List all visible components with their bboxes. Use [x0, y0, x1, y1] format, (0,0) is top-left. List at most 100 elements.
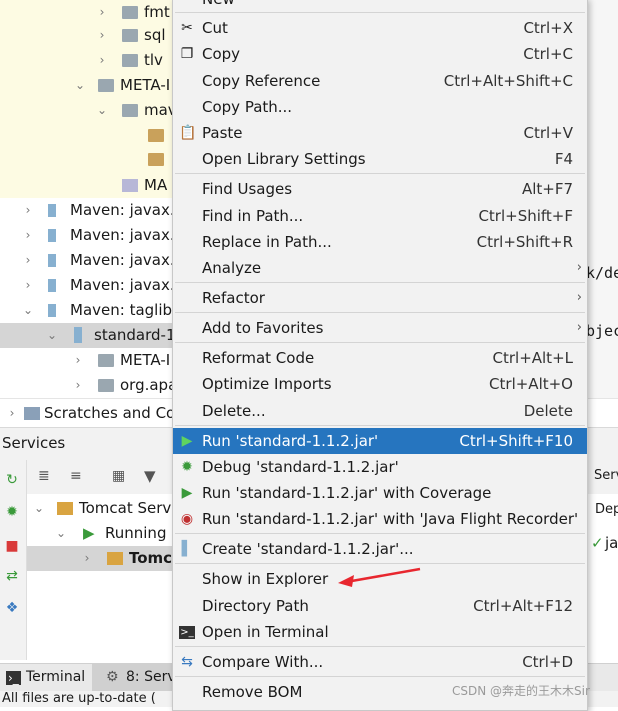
- chevron-down-icon[interactable]: ⌄: [31, 496, 47, 521]
- folder-icon: [98, 354, 114, 367]
- menu-item-run-with-flight-recorder[interactable]: ◉ Run 'standard-1.1.2.jar' with 'Java Fl…: [173, 506, 587, 532]
- menu-item-debug[interactable]: ✹ Debug 'standard-1.1.2.jar': [173, 454, 587, 480]
- menu-item-create-jar[interactable]: ▌ Create 'standard-1.1.2.jar'...: [173, 536, 587, 562]
- clipboard-icon: 📋: [179, 125, 197, 141]
- menu-separator: [175, 282, 585, 283]
- menu-item-open-in-terminal[interactable]: >_ Open in Terminal: [173, 619, 587, 645]
- menu-item-shortcut: Delete: [523, 402, 573, 420]
- service-node-label: Running: [105, 524, 167, 542]
- menu-item-label: Copy: [202, 45, 241, 63]
- scratches-icon: [24, 407, 40, 420]
- debug-icon[interactable]: ✹: [4, 504, 20, 520]
- menu-separator: [175, 676, 585, 677]
- menu-item-find-usages[interactable]: Find Usages Alt+F7: [173, 176, 587, 202]
- menu-item-optimize-imports[interactable]: Optimize Imports Ctrl+Alt+O: [173, 371, 587, 397]
- terminal-tab[interactable]: Terminal: [26, 669, 85, 685]
- deploy-icon[interactable]: ⇄: [4, 568, 20, 584]
- chevron-right-icon[interactable]: ›: [20, 248, 36, 273]
- tree-row-label: standard-1: [94, 326, 176, 344]
- layout-icon[interactable]: ❖: [4, 600, 20, 616]
- menu-item-shortcut: Ctrl+Shift+F10: [459, 432, 573, 450]
- rerun-icon[interactable]: ↻: [4, 472, 20, 488]
- menu-item-compare-with[interactable]: ⇆ Compare With... Ctrl+D: [173, 649, 587, 675]
- chevron-down-icon[interactable]: ⌄: [44, 323, 60, 348]
- tree-row-label: org.apa: [120, 376, 178, 394]
- menu-item-replace-in-path[interactable]: Replace in Path... Ctrl+Shift+R: [173, 229, 587, 255]
- menu-item-cut[interactable]: ✂ Cut Ctrl+X: [173, 15, 587, 41]
- menu-item-delete[interactable]: Delete... Delete: [173, 398, 587, 424]
- chevron-right-icon[interactable]: ›: [70, 348, 86, 373]
- menu-item-shortcut: Alt+F7: [521, 180, 573, 198]
- chevron-down-icon[interactable]: ⌄: [72, 73, 88, 98]
- menu-item-directory-path[interactable]: Directory Path Ctrl+Alt+F12: [173, 593, 587, 619]
- deploy-tab[interactable]: Dep: [595, 502, 618, 517]
- menu-item-new[interactable]: New: [173, 0, 587, 12]
- menu-separator: [175, 312, 585, 313]
- chevron-down-icon[interactable]: ⌄: [94, 98, 110, 123]
- submenu-arrow-icon: ›: [576, 320, 582, 335]
- menu-item-copy-path[interactable]: Copy Path...: [173, 94, 587, 120]
- menu-item-analyze[interactable]: Analyze ›: [173, 255, 587, 281]
- chevron-right-icon[interactable]: ›: [94, 0, 110, 25]
- menu-item-find-in-path[interactable]: Find in Path... Ctrl+Shift+F: [173, 203, 587, 229]
- terminal-icon: ›_: [6, 671, 21, 685]
- collapse-all-icon[interactable]: ≡: [70, 468, 82, 484]
- menu-item-label: Compare With...: [202, 653, 324, 671]
- library-icon: [48, 254, 56, 267]
- menu-item-label: Copy Reference: [202, 72, 321, 90]
- stop-icon[interactable]: ■: [4, 538, 20, 554]
- menu-separator: [175, 646, 585, 647]
- artifact-label[interactable]: ja: [605, 534, 618, 552]
- chevron-down-icon[interactable]: ⌄: [20, 298, 36, 323]
- tree-row-label: MA: [144, 176, 168, 194]
- menu-item-run[interactable]: ▶ Run 'standard-1.1.2.jar' Ctrl+Shift+F1…: [173, 428, 587, 454]
- chevron-right-icon[interactable]: ›: [20, 223, 36, 248]
- tree-row-label: fmt: [144, 3, 170, 21]
- menu-item-copy[interactable]: ❐ Copy Ctrl+C: [173, 41, 587, 67]
- tree-row-label: Maven: javax.s: [70, 201, 183, 219]
- folder-icon: [122, 6, 138, 19]
- menu-item-paste[interactable]: 📋 Paste Ctrl+V: [173, 120, 587, 146]
- submenu-arrow-icon: ›: [576, 290, 582, 305]
- watermark-text: CSDN @奔走的王木木Sir: [452, 684, 590, 698]
- xml-file-icon: [148, 153, 164, 166]
- expand-all-icon[interactable]: ≣: [38, 468, 50, 484]
- service-node[interactable]: ⌄ Tomcat Serv: [27, 496, 172, 521]
- manifest-icon: [122, 179, 138, 192]
- menu-item-open-library-settings[interactable]: Open Library Settings F4: [173, 146, 587, 172]
- menu-item-refactor[interactable]: Refactor ›: [173, 285, 587, 311]
- submenu-arrow-icon: ›: [576, 260, 582, 275]
- chevron-right-icon[interactable]: ›: [94, 23, 110, 48]
- filter-icon[interactable]: ▼: [144, 467, 156, 485]
- menu-item-add-to-favorites[interactable]: Add to Favorites ›: [173, 315, 587, 341]
- context-menu: New ✂ Cut Ctrl+X ❐ Copy Ctrl+C Copy Refe…: [172, 0, 588, 711]
- chevron-right-icon[interactable]: ›: [79, 546, 95, 571]
- menu-item-label: Directory Path: [202, 597, 309, 615]
- menu-item-shortcut: Ctrl+Alt+Shift+C: [443, 72, 573, 90]
- menu-item-reformat-code[interactable]: Reformat Code Ctrl+Alt+L: [173, 345, 587, 371]
- server-tab[interactable]: Serv: [594, 468, 618, 483]
- service-node-selected[interactable]: › Tomc: [27, 546, 172, 571]
- chevron-right-icon[interactable]: ›: [20, 273, 36, 298]
- chevron-right-icon[interactable]: ›: [4, 399, 20, 427]
- chevron-right-icon[interactable]: ›: [70, 373, 86, 398]
- service-node[interactable]: ⌄ ▶ Running: [27, 521, 172, 546]
- flight-recorder-icon: ◉: [180, 511, 194, 527]
- chevron-right-icon[interactable]: ›: [94, 48, 110, 73]
- tree-row-label: Maven: javax.s: [70, 251, 183, 269]
- tomcat-icon: [57, 502, 73, 515]
- chevron-right-icon[interactable]: ›: [20, 198, 36, 223]
- group-icon[interactable]: ▦: [112, 468, 125, 484]
- chevron-down-icon[interactable]: ⌄: [53, 521, 69, 546]
- menu-separator: [175, 563, 585, 564]
- menu-item-shortcut: Ctrl+Alt+O: [489, 375, 573, 393]
- menu-item-shortcut: Ctrl+D: [522, 653, 573, 671]
- menu-item-label: Paste: [202, 124, 243, 142]
- menu-item-copy-reference[interactable]: Copy Reference Ctrl+Alt+Shift+C: [173, 68, 587, 94]
- menu-item-run-with-coverage[interactable]: ▶ Run 'standard-1.1.2.jar' with Coverage: [173, 480, 587, 506]
- menu-item-label: Copy Path...: [202, 98, 293, 116]
- menu-item-label: Reformat Code: [202, 349, 315, 367]
- tree-row-label: Maven: taglibs: [70, 301, 180, 319]
- menu-item-label: New: [202, 0, 235, 12]
- editor-text: k/de: [586, 264, 618, 282]
